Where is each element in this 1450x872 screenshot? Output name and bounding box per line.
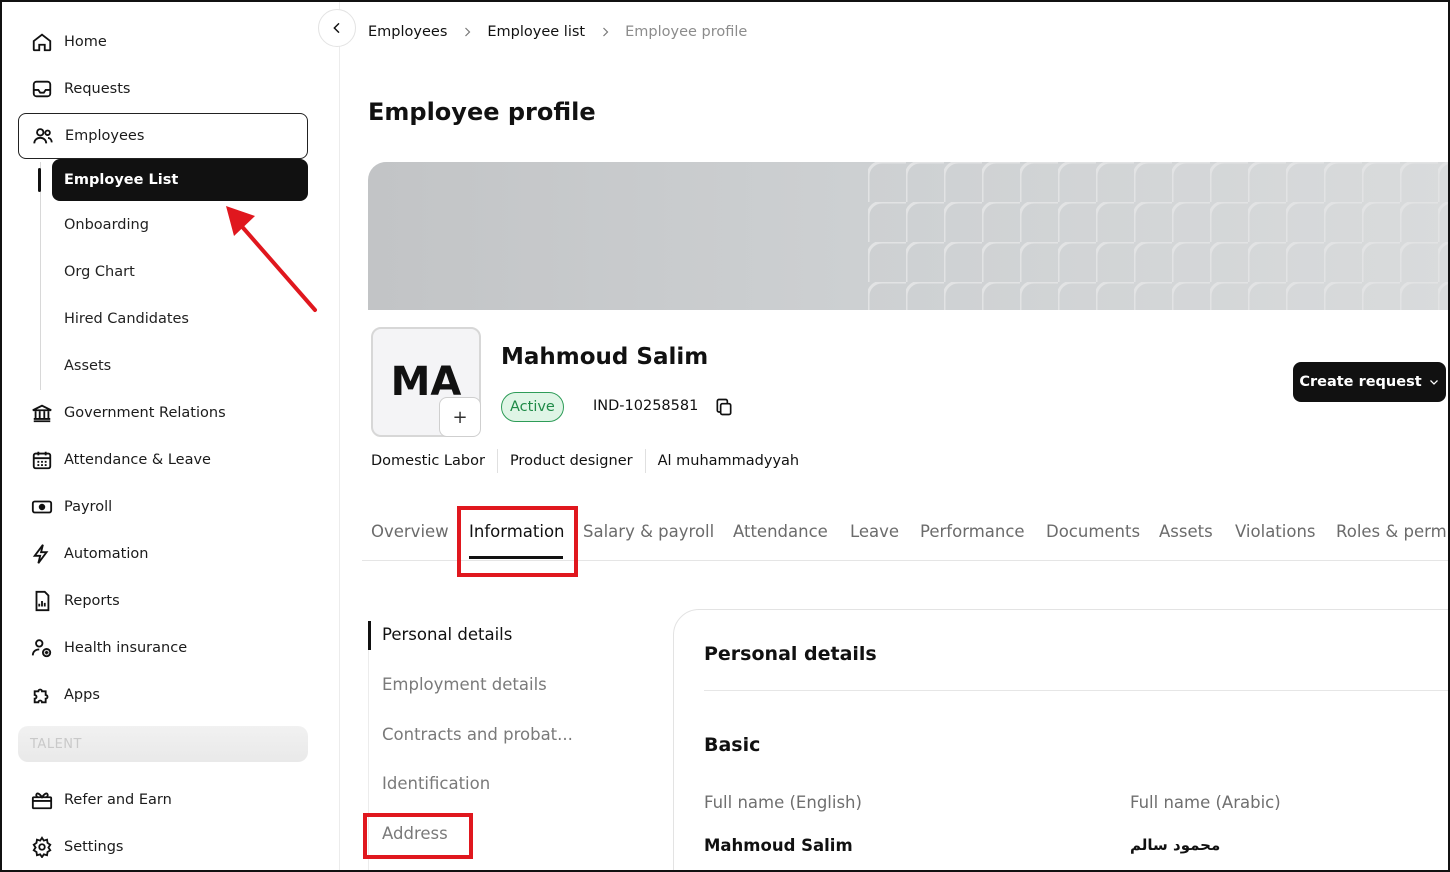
home-icon xyxy=(30,30,54,54)
cover-pattern-icon xyxy=(868,162,1450,310)
sidebar: Home Requests Employees Employee List On… xyxy=(0,0,340,872)
chevron-right-icon xyxy=(599,25,611,39)
tab-documents[interactable]: Documents xyxy=(1046,522,1140,541)
users-icon xyxy=(31,124,55,148)
subnav-employment-details[interactable]: Employment details xyxy=(382,675,547,694)
gear-icon xyxy=(30,835,54,859)
sidebar-item-apps[interactable]: Apps xyxy=(18,673,308,717)
sidebar-item-attendance-leave[interactable]: Attendance & Leave xyxy=(18,438,308,482)
chevron-down-icon xyxy=(1429,380,1438,385)
money-icon xyxy=(30,495,54,519)
sidebar-item-label: Payroll xyxy=(64,499,113,515)
sidebar-item-label: Home xyxy=(64,34,107,50)
sidebar-item-label: Government Relations xyxy=(64,405,226,421)
sidebar-item-label: Refer and Earn xyxy=(64,792,172,808)
tab-violations[interactable]: Violations xyxy=(1235,522,1316,541)
annotation-arrow-icon xyxy=(226,206,317,312)
breadcrumb-employee-profile: Employee profile xyxy=(625,24,748,40)
sidebar-item-label: Reports xyxy=(64,593,120,609)
sidebar-item-label: Automation xyxy=(64,546,149,562)
create-request-label: Create request xyxy=(1299,374,1422,390)
card-title: Personal details xyxy=(704,643,877,665)
gift-icon xyxy=(30,788,54,812)
sidebar-item-automation[interactable]: Automation xyxy=(18,532,308,576)
submenu-line xyxy=(40,162,41,390)
report-icon xyxy=(30,589,54,613)
tab-salary-payroll[interactable]: Salary & payroll xyxy=(583,522,714,541)
employee-id: IND-10258581 xyxy=(593,398,699,414)
field-label-full-name-arabic: Full name (Arabic) xyxy=(1130,793,1281,812)
create-request-button[interactable]: Create request xyxy=(1293,362,1446,402)
subnav-active-marker xyxy=(368,621,371,650)
highlight-box-address xyxy=(363,813,473,859)
sidebar-item-home[interactable]: Home xyxy=(18,20,308,64)
sidebar-item-refer-earn[interactable]: Refer and Earn xyxy=(18,778,308,822)
tab-attendance[interactable]: Attendance xyxy=(733,522,828,541)
field-value-full-name-arabic: محمود سالم xyxy=(1130,836,1221,854)
section-label-talent: TALENT xyxy=(18,726,308,762)
employee-name: Mahmoud Salim xyxy=(501,344,709,370)
card-divider xyxy=(704,690,1450,691)
puzzle-icon xyxy=(30,683,54,707)
health-user-icon xyxy=(30,636,54,660)
subnav-personal-details[interactable]: Personal details xyxy=(382,625,512,644)
sidebar-item-label: Requests xyxy=(64,81,131,97)
tab-leave[interactable]: Leave xyxy=(850,522,899,541)
subnav-contracts-probation[interactable]: Contracts and probat... xyxy=(382,725,573,744)
field-value-full-name-english: Mahmoud Salim xyxy=(704,836,853,855)
sidebar-subitem-assets[interactable]: Assets xyxy=(52,345,308,387)
back-button[interactable] xyxy=(318,9,356,47)
status-badge: Active xyxy=(501,392,564,422)
profile-cover xyxy=(368,162,1450,310)
tab-performance[interactable]: Performance xyxy=(920,522,1025,541)
sidebar-item-requests[interactable]: Requests xyxy=(18,67,308,111)
profile-tags: Domestic Labor Product designer Al muham… xyxy=(371,449,811,473)
breadcrumb-employees[interactable]: Employees xyxy=(368,24,447,40)
sidebar-item-settings[interactable]: Settings xyxy=(18,825,308,869)
subnav-identification[interactable]: Identification xyxy=(382,774,490,793)
sidebar-item-government-relations[interactable]: Government Relations xyxy=(18,391,308,435)
section-title-basic: Basic xyxy=(704,734,761,756)
sidebar-item-payroll[interactable]: Payroll xyxy=(18,485,308,529)
active-marker xyxy=(38,168,41,192)
chevron-right-icon xyxy=(461,25,473,39)
tag-job-title: Product designer xyxy=(509,453,633,469)
tab-assets[interactable]: Assets xyxy=(1159,522,1213,541)
sidebar-item-label: Health insurance xyxy=(64,640,188,656)
tab-overview[interactable]: Overview xyxy=(371,522,449,541)
add-photo-button[interactable]: + xyxy=(439,397,481,437)
calendar-icon xyxy=(30,448,54,472)
tag-location: Al muhammadyyah xyxy=(657,453,800,469)
highlight-box-information xyxy=(457,506,578,577)
tab-roles-permissions[interactable]: Roles & permi xyxy=(1336,522,1450,541)
sidebar-item-label: Apps xyxy=(64,687,100,703)
field-label-full-name-english: Full name (English) xyxy=(704,793,862,812)
page-title: Employee profile xyxy=(368,98,596,126)
sidebar-item-label: Settings xyxy=(64,839,124,855)
sidebar-item-health-insurance[interactable]: Health insurance xyxy=(18,626,308,670)
breadcrumb: Employees Employee list Employee profile xyxy=(368,20,747,44)
sidebar-item-reports[interactable]: Reports xyxy=(18,579,308,623)
sidebar-subitem-employee-list[interactable]: Employee List xyxy=(52,159,308,201)
bank-icon xyxy=(30,401,54,425)
chevron-left-icon xyxy=(333,22,340,34)
sidebar-item-label: Attendance & Leave xyxy=(64,452,211,468)
sidebar-item-employees[interactable]: Employees xyxy=(18,113,308,159)
lightning-icon xyxy=(30,542,54,566)
breadcrumb-employee-list[interactable]: Employee list xyxy=(487,24,585,40)
inbox-icon xyxy=(30,77,54,101)
tag-employment-type: Domestic Labor xyxy=(371,453,485,469)
sidebar-item-label: Employees xyxy=(65,128,145,144)
copy-icon[interactable] xyxy=(714,397,734,417)
